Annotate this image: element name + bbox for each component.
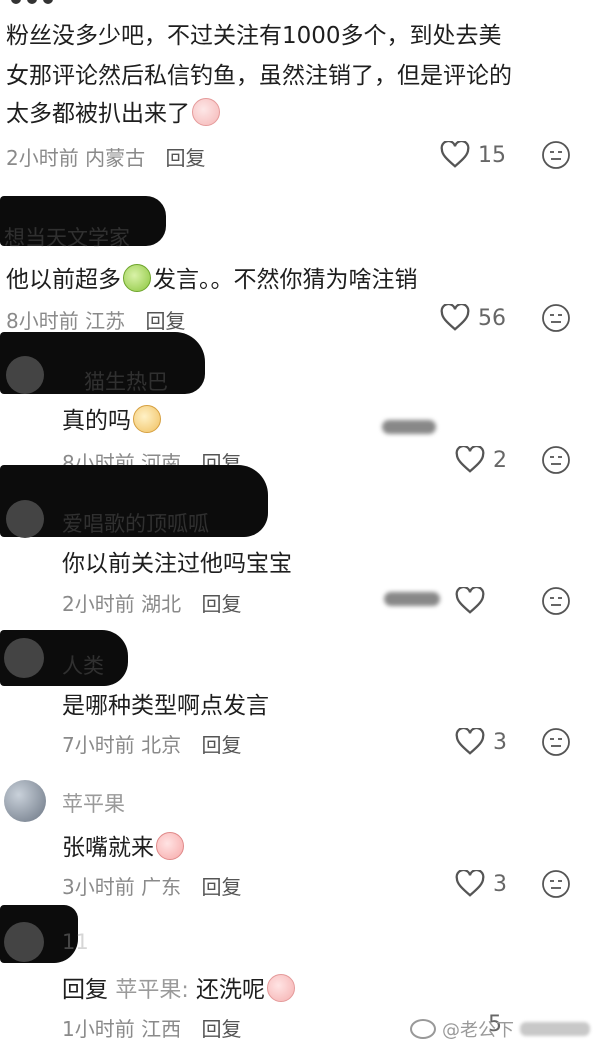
reply-4-like-count: 3 xyxy=(493,871,507,897)
reply-5-reply-to[interactable]: 苹平果: xyxy=(115,978,188,1003)
comment-1-time: 2小时前 xyxy=(6,146,79,170)
reply-4-reply-button[interactable]: 回复 xyxy=(201,875,241,899)
sweat-emoji-icon xyxy=(267,974,296,1002)
comment-2-username[interactable]: 想当天文学家 xyxy=(4,222,130,252)
comment-1-line-2: 女那评论然后私信钓鱼，虽然注销了，但是评论的 xyxy=(6,63,512,89)
comment-1-dislike-button[interactable] xyxy=(541,140,571,174)
heart-outline-icon xyxy=(455,587,485,614)
meh-face-icon xyxy=(542,446,570,474)
reply-3-like-count: 3 xyxy=(493,729,507,755)
vomit-emoji-icon xyxy=(123,264,151,292)
reply-5-avatar[interactable] xyxy=(4,922,44,962)
reply-1-text-content: 真的吗 xyxy=(62,408,131,434)
watermark: @老公下 xyxy=(410,1016,590,1042)
heart-outline-icon xyxy=(440,304,470,331)
comment-1-line-3-text: 太多都被扒出来了 xyxy=(6,101,190,127)
crying-face-emoji-icon xyxy=(156,832,184,860)
comment-1-line-3: 太多都被扒出来了 xyxy=(6,94,222,128)
puppy-emoji-icon xyxy=(133,405,161,433)
watermark-blur xyxy=(520,1022,590,1036)
blurred-badge xyxy=(384,592,440,606)
reply-5-text-content: 还洗呢 xyxy=(196,977,266,1003)
reply-1-like-count: 2 xyxy=(493,447,507,473)
reply-4-text-content: 张嘴就来 xyxy=(62,835,154,861)
reply-5-time: 1小时前 xyxy=(62,1017,135,1041)
comment-2-meta: 8小时前 江苏 回复 xyxy=(6,305,185,334)
reply-4-like-button[interactable]: 3 xyxy=(455,870,507,898)
comment-2-time: 8小时前 xyxy=(6,309,79,333)
reply-2-username[interactable]: 爱唱歌的顶呱呱 xyxy=(62,508,209,538)
weibo-logo-icon xyxy=(410,1019,436,1039)
reply-4-location: 广东 xyxy=(141,875,182,899)
meh-face-icon xyxy=(542,304,570,332)
meh-face-icon xyxy=(542,141,570,169)
reply-4-time: 3小时前 xyxy=(62,875,135,899)
top-cutoff-dots xyxy=(8,0,58,11)
reply-5-location: 江西 xyxy=(141,1017,182,1041)
reply-3-avatar[interactable] xyxy=(4,638,44,678)
reply-2-text: 你以前关注过他吗宝宝 xyxy=(62,551,292,577)
reply-1-avatar[interactable] xyxy=(6,356,44,394)
reply-2-like-button[interactable] xyxy=(455,587,493,615)
reply-3-dislike-button[interactable] xyxy=(541,727,571,761)
comment-2-like-count: 56 xyxy=(478,305,506,331)
crying-emoji-icon xyxy=(192,98,220,126)
reply-2-time: 2小时前 xyxy=(62,592,135,616)
reply-4-avatar[interactable] xyxy=(4,780,46,822)
reply-4-username[interactable]: 苹平果 xyxy=(62,788,125,818)
comment-1-line-1: 粉丝没多少吧，不过关注有1000多个，到处去美 xyxy=(6,23,502,49)
comment-1-like-count: 15 xyxy=(478,142,506,168)
reply-5-reply-button[interactable]: 回复 xyxy=(201,1017,241,1041)
reply-5-prefix: 回复 xyxy=(62,977,108,1003)
reply-3-reply-button[interactable]: 回复 xyxy=(201,733,241,757)
reply-1-dislike-button[interactable] xyxy=(541,445,571,479)
comment-2-text: 他以前超多 发言。。不然你猜为啥注销 xyxy=(6,260,418,294)
comment-1-reply-button[interactable]: 回复 xyxy=(165,146,205,170)
reply-1-text: 真的吗 xyxy=(62,401,163,435)
meh-face-icon xyxy=(542,870,570,898)
watermark-text: @老公下 xyxy=(442,1020,514,1041)
reply-4-dislike-button[interactable] xyxy=(541,869,571,903)
comment-1-meta: 2小时前 内蒙古 回复 xyxy=(6,142,205,171)
blurred-badge xyxy=(382,420,436,434)
comment-2-like-button[interactable]: 56 xyxy=(440,304,506,332)
meh-face-icon xyxy=(542,587,570,615)
reply-5-text: 回复 苹平果: 还洗呢 xyxy=(62,970,297,1004)
reply-2-location: 湖北 xyxy=(141,592,182,616)
reply-3-like-button[interactable]: 3 xyxy=(455,728,507,756)
reply-5-username[interactable]: 11 xyxy=(62,930,89,954)
comment-2-text-b: 发言。。不然你猜为啥注销 xyxy=(153,267,418,293)
meh-face-icon xyxy=(542,728,570,756)
comment-2-location: 江苏 xyxy=(85,309,126,333)
reply-2-dislike-button[interactable] xyxy=(541,586,571,620)
reply-2-reply-button[interactable]: 回复 xyxy=(201,592,241,616)
reply-3-location: 北京 xyxy=(141,733,182,757)
reply-3-text: 是哪种类型啊点发言 xyxy=(62,693,269,719)
comment-1-location: 内蒙古 xyxy=(85,146,146,170)
reply-3-username[interactable]: 人类 xyxy=(62,650,104,680)
reply-3-meta: 7小时前 北京 回复 xyxy=(62,729,241,758)
reply-1-username[interactable]: 猫生热巴 xyxy=(84,366,168,396)
reply-5-meta: 1小时前 江西 回复 xyxy=(62,1013,241,1042)
heart-outline-icon xyxy=(455,446,485,473)
heart-outline-icon xyxy=(455,870,485,897)
heart-outline-icon xyxy=(455,728,485,755)
reply-2-meta: 2小时前 湖北 回复 xyxy=(62,588,241,617)
reply-4-text: 张嘴就来 xyxy=(62,828,186,862)
comment-1-like-button[interactable]: 15 xyxy=(440,141,506,169)
heart-outline-icon xyxy=(440,141,470,168)
reply-3-time: 7小时前 xyxy=(62,733,135,757)
comment-2-text-a: 他以前超多 xyxy=(6,267,121,293)
reply-2-avatar[interactable] xyxy=(6,500,44,538)
reply-1-like-button[interactable]: 2 xyxy=(455,446,507,474)
reply-4-meta: 3小时前 广东 回复 xyxy=(62,871,241,900)
comment-2-reply-button[interactable]: 回复 xyxy=(145,309,185,333)
comment-2-dislike-button[interactable] xyxy=(541,303,571,337)
